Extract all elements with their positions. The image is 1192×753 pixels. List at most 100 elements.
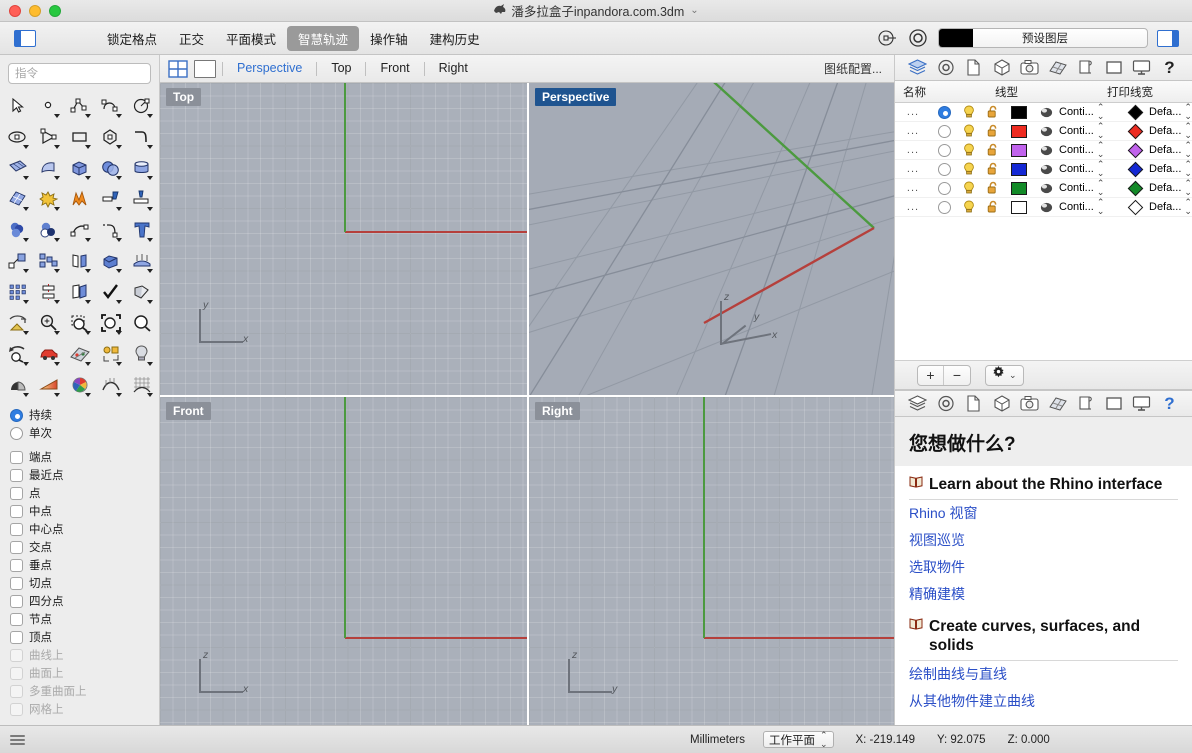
align-icon[interactable] [33, 277, 64, 307]
zoom-window-icon[interactable] [64, 308, 95, 338]
layer-color-swatch[interactable] [1005, 124, 1033, 138]
layer-linetype-select[interactable]: Conti... ⌃ ⌄ [1059, 160, 1121, 178]
layer-visibility-toggle[interactable] [957, 162, 981, 176]
viewport-front[interactable]: z x Front [160, 397, 527, 727]
layer-color-swatch[interactable] [1005, 105, 1033, 119]
checkbox-icon[interactable] [10, 522, 23, 536]
layer-print-color-swatch[interactable] [1121, 142, 1149, 158]
color-wheel-icon[interactable] [64, 370, 95, 400]
page-icon[interactable] [964, 394, 984, 414]
display-icon[interactable] [1132, 394, 1152, 414]
layer-color-swatch[interactable] [1005, 181, 1033, 195]
hamburger-icon[interactable] [10, 734, 25, 745]
copy-icon[interactable] [64, 277, 95, 307]
radio-once-icon[interactable] [10, 426, 23, 440]
help-link-view-navigation[interactable]: 视图巡览 [909, 527, 1178, 554]
viewport-tab-right[interactable]: Right [425, 55, 482, 82]
undo-view-icon[interactable] [2, 339, 33, 369]
checkbox-icon[interactable] [10, 630, 23, 644]
ellipse-icon[interactable] [2, 122, 33, 152]
layer-lock-toggle[interactable] [981, 105, 1005, 119]
display-icon[interactable] [1132, 58, 1152, 78]
gumball-target-icon[interactable] [876, 27, 898, 49]
radio-icon[interactable] [937, 105, 951, 119]
page-icon[interactable] [964, 58, 984, 78]
offset-curve-icon[interactable] [64, 215, 95, 245]
viewport-label-right[interactable]: Right [535, 402, 580, 420]
layer-lock-toggle[interactable] [981, 162, 1005, 176]
remove-layer-button[interactable]: − [944, 366, 970, 385]
osnap-mode-persistent[interactable]: 持续 [10, 406, 159, 424]
checkbox-icon[interactable] [10, 612, 23, 626]
viewport-perspective[interactable]: z y x Perspective [529, 83, 894, 395]
layer-add-remove-group[interactable]: + − [917, 364, 971, 386]
materials-icon[interactable] [1048, 394, 1068, 414]
viewport-label-perspective[interactable]: Perspective [535, 88, 617, 106]
layer-row[interactable]: ... Conti... ⌃ ⌄ Defa... ⌃ ⌄ [895, 141, 1192, 160]
osnap-item-center[interactable]: 中心点 [10, 520, 159, 538]
layer-color-swatch[interactable] [1005, 162, 1033, 176]
viewport-tab-top[interactable]: Top [317, 55, 365, 82]
radio-icon[interactable] [937, 200, 951, 214]
layer-options-button[interactable]: ⌄ [985, 364, 1024, 386]
polyline-icon[interactable] [64, 91, 95, 121]
target-icon[interactable] [936, 58, 956, 78]
layer-print-width-select[interactable]: Defa... ⌃ ⌄ [1149, 179, 1192, 197]
check-icon[interactable] [95, 277, 126, 307]
layer-linetype-select[interactable]: Conti... ⌃ ⌄ [1059, 122, 1121, 140]
gradient-icon[interactable] [33, 370, 64, 400]
layer-linetype-select[interactable]: Conti... ⌃ ⌄ [1059, 141, 1121, 159]
checkbox-icon[interactable] [10, 468, 23, 482]
sweep-surface-icon[interactable] [33, 153, 64, 183]
render-preview-icon[interactable] [64, 339, 95, 369]
viewport-label-front[interactable]: Front [166, 402, 211, 420]
polygon-icon[interactable] [95, 122, 126, 152]
cap-icon[interactable] [126, 277, 157, 307]
radio-icon[interactable] [937, 162, 951, 176]
checkbox-icon[interactable] [10, 504, 23, 518]
add-layer-button[interactable]: + [918, 365, 944, 385]
zoom-extents-icon[interactable] [95, 308, 126, 338]
curvature-icon[interactable] [95, 370, 126, 400]
layer-print-width-select[interactable]: Defa... ⌃ ⌄ [1149, 122, 1192, 140]
single-view-layout-icon[interactable] [194, 59, 216, 78]
toolbar-item-planar[interactable]: 平面模式 [215, 26, 287, 51]
shadow-icon[interactable] [2, 370, 33, 400]
circle-icon[interactable] [126, 91, 157, 121]
rectangle-icon[interactable] [1104, 394, 1124, 414]
left-panel-toggle-icon[interactable] [14, 29, 36, 47]
select-arrow-icon[interactable] [2, 91, 33, 121]
point-icon[interactable] [33, 91, 64, 121]
layer-color-swatch[interactable] [1005, 143, 1033, 157]
checkbox-icon[interactable] [10, 486, 23, 500]
layer-material-sphere[interactable] [1033, 125, 1059, 138]
help-link-draw-curves[interactable]: 绘制曲线与直线 [909, 661, 1178, 688]
layer-material-sphere[interactable] [1033, 106, 1059, 119]
layer-material-sphere[interactable] [1033, 182, 1059, 195]
layer-visibility-toggle[interactable] [957, 181, 981, 195]
sphere-boolean-icon[interactable] [95, 153, 126, 183]
box-icon[interactable] [64, 153, 95, 183]
loft-icon[interactable] [126, 246, 157, 276]
title-chevron-icon[interactable]: ⌄ [690, 5, 698, 16]
layer-row[interactable]: ... Conti... ⌃ ⌄ Defa... ⌃ ⌄ [895, 179, 1192, 198]
text-tool-icon[interactable] [126, 215, 157, 245]
command-input[interactable] [8, 63, 151, 84]
array-icon[interactable] [33, 246, 64, 276]
cylinder-icon[interactable] [126, 153, 157, 183]
osnap-item-point[interactable]: 点 [10, 484, 159, 502]
cube-icon[interactable] [992, 58, 1012, 78]
blast-icon[interactable] [64, 184, 95, 214]
scale-icon[interactable] [2, 246, 33, 276]
layer-print-width-select[interactable]: Defa... ⌃ ⌄ [1149, 198, 1192, 216]
help-link-curves-from-objects[interactable]: 从其他物件建立曲线 [909, 688, 1178, 715]
layer-print-width-select[interactable]: Defa... ⌃ ⌄ [1149, 141, 1192, 159]
radio-icon[interactable] [937, 124, 951, 138]
cube-icon[interactable] [992, 394, 1012, 414]
layer-current-radio[interactable] [931, 143, 957, 157]
layer-material-sphere[interactable] [1033, 144, 1059, 157]
osnap-item-perpendicular[interactable]: 垂点 [10, 556, 159, 574]
surface-from-points-icon[interactable] [2, 153, 33, 183]
target-icon[interactable] [936, 394, 956, 414]
zoom-in-icon[interactable] [33, 308, 64, 338]
